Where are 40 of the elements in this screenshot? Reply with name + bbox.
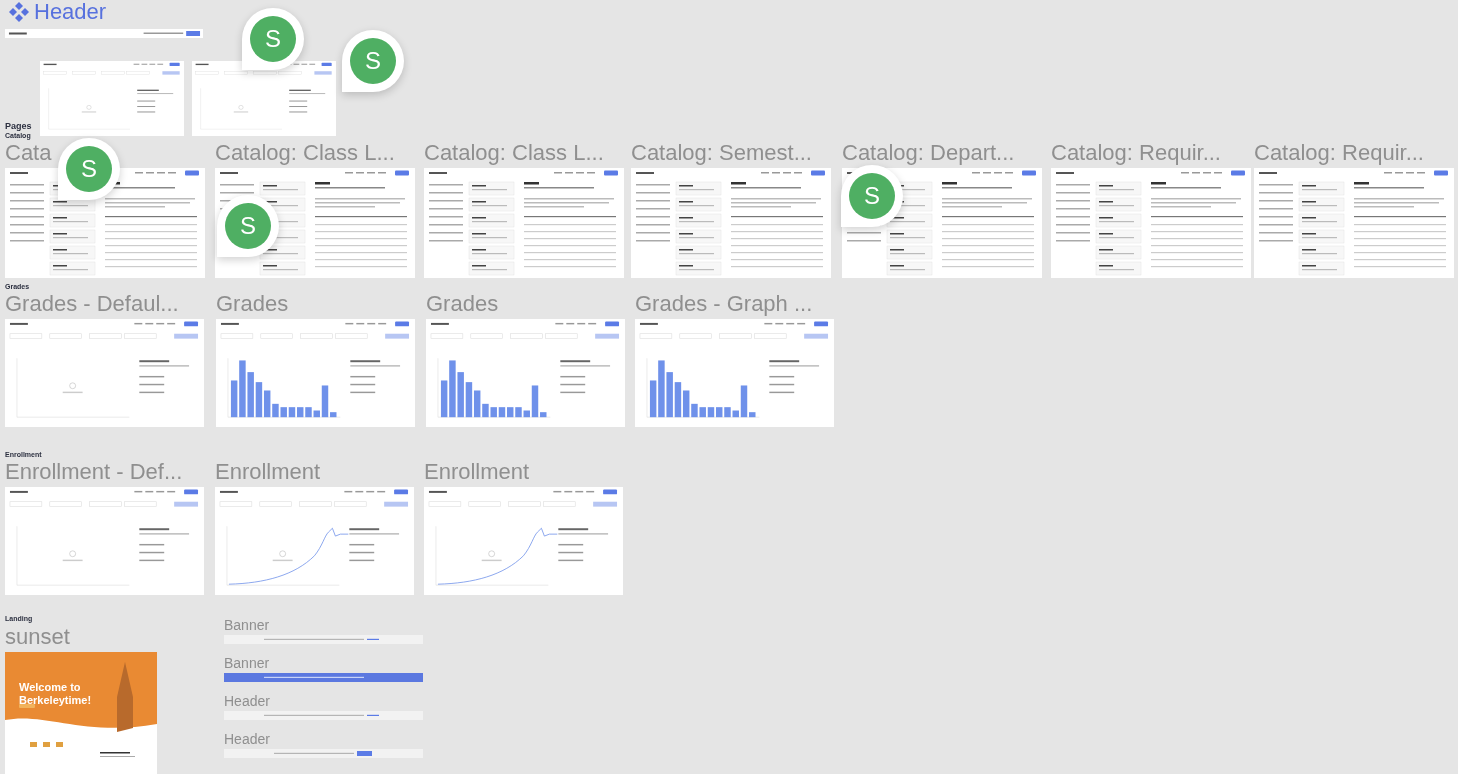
frame-title[interactable]: Catalog: Class L... xyxy=(215,142,395,164)
frame-preview-drawing[interactable] xyxy=(631,168,831,278)
frame-title[interactable]: Grades - Graph ... xyxy=(635,293,813,315)
banner-preview-drawing[interactable] xyxy=(224,749,423,758)
frame-title[interactable]: Grades xyxy=(426,293,499,315)
hero-heading: Welcome to Berkeleytime! xyxy=(19,681,93,707)
frame-title[interactable]: Catalog: Semest... xyxy=(631,142,812,164)
frame-title[interactable]: Cata xyxy=(5,142,52,164)
pages-heading: Pages xyxy=(5,121,32,131)
frame-title[interactable]: Enrollment xyxy=(424,461,530,483)
frame-title[interactable]: Banner xyxy=(224,656,270,671)
frame-title[interactable]: Enrollment xyxy=(215,461,321,483)
frame-preview-drawing[interactable] xyxy=(1051,168,1251,278)
frame-preview-drawing[interactable] xyxy=(215,487,414,595)
frame-preview-drawing[interactable] xyxy=(424,168,624,278)
frame-title[interactable]: Catalog: Requir... xyxy=(1254,142,1424,164)
frame-title[interactable]: Catalog: Class L... xyxy=(424,142,604,164)
frame-title[interactable]: Grades xyxy=(216,293,289,315)
user-avatar: S xyxy=(841,165,903,227)
frame-title[interactable]: sunset xyxy=(5,626,70,648)
user-avatar: S xyxy=(342,30,404,92)
banner-preview-drawing[interactable] xyxy=(224,635,423,644)
frame-preview-drawing[interactable] xyxy=(216,319,415,427)
frame-title[interactable]: Catalog: Requir... xyxy=(1051,142,1221,164)
component-icon xyxy=(8,1,30,23)
frame-title[interactable]: Enrollment - Def... xyxy=(5,461,183,483)
frame-title[interactable]: Grades - Defaul... xyxy=(5,293,179,315)
frame-title[interactable]: Header xyxy=(224,732,270,747)
frame-title[interactable]: Header xyxy=(224,694,270,709)
banner-preview-drawing[interactable] xyxy=(224,673,423,682)
user-avatar: S xyxy=(58,138,120,200)
user-avatar: S xyxy=(242,8,304,70)
frame-preview-drawing[interactable] xyxy=(424,487,623,595)
frame-title[interactable]: Catalog: Depart... xyxy=(842,142,1015,164)
frame-preview-drawing[interactable] xyxy=(426,319,625,427)
component-title[interactable]: Header xyxy=(34,0,107,24)
banner-preview-drawing[interactable] xyxy=(224,711,423,720)
frame-preview-drawing[interactable] xyxy=(1254,168,1454,278)
frame-title[interactable]: Banner xyxy=(224,618,270,633)
frame-preview-drawing[interactable] xyxy=(635,319,834,427)
